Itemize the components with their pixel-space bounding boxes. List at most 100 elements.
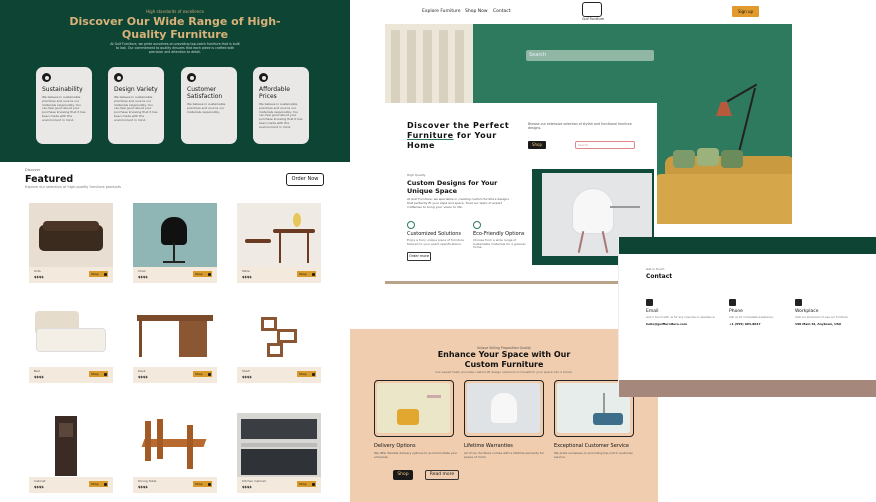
custom-description: At Gulf Furniture, we specialize in crea… (407, 197, 509, 209)
hero-kicker: High standards of excellence (146, 9, 204, 14)
feature-card-desc: We believe in sustainable practices and … (187, 102, 226, 114)
feature-card-affordable-prices: Affordable Prices We believe in sustaina… (253, 67, 309, 144)
product-image[interactable] (133, 303, 217, 367)
promo-shop-button[interactable]: Shop (528, 141, 546, 149)
nav-shop-now[interactable]: Shop Now (465, 9, 488, 14)
collage-stage: High standards of excellence Discover Ou… (0, 0, 876, 502)
product-price: $$$$ (34, 375, 44, 379)
product-image[interactable] (29, 413, 113, 477)
product-card-dining-table[interactable]: Dining Table $$$$ Shop (133, 413, 217, 493)
hero-title: Discover Our Wide Range of High-Quality … (69, 15, 281, 41)
enhance-shop-button[interactable]: Shop (393, 470, 413, 480)
shop-button[interactable]: Shop (89, 271, 108, 277)
product-card-shelf[interactable]: Shelf $$$$ Shop (237, 303, 321, 383)
promo-input[interactable]: Search (575, 141, 635, 149)
enhance-image-card (464, 380, 544, 437)
panel-featured-page: High standards of excellence Discover Ou… (0, 0, 350, 502)
palette-icon (114, 73, 123, 82)
shop-button[interactable]: Shop (89, 371, 108, 377)
product-price: $$$$ (138, 275, 148, 279)
feature-card-title: Sustainability (42, 86, 83, 93)
product-name: Kitchen Cabinet (242, 479, 266, 483)
address-text: 150 Main St, Anytown, USA (795, 321, 842, 326)
nav-contact[interactable]: Contact (493, 9, 511, 14)
contact-title: Contact (646, 273, 673, 280)
contact-email: Email Get in touch with us for any inqui… (646, 299, 716, 326)
featured-description: Explore our selection of high-quality fu… (25, 185, 121, 189)
feature-card-sustainability: Sustainability We believe in sustainable… (36, 67, 92, 144)
product-price: $$$$ (242, 275, 252, 279)
enhance-item-warranties: Lifetime Warranties All of our furniture… (464, 443, 545, 459)
phone-icon (729, 299, 736, 306)
sofa-image (655, 174, 792, 224)
custom-title: Custom Designs for Your Unique Space (407, 179, 498, 195)
promo-description: Browse our extensive selection of stylis… (528, 122, 632, 130)
dollar-icon (259, 73, 268, 82)
phone-link[interactable]: +1 (555) 903-8647 (729, 322, 799, 326)
enhance-image-card (374, 380, 454, 437)
nav-explore-furniture[interactable]: Explore Furniture (422, 9, 461, 14)
product-card-chair[interactable]: Chair $$$$ Shop (133, 203, 217, 283)
feature-card-desc: We believe in sustainable practices and … (114, 95, 158, 122)
product-name: Table (242, 269, 250, 273)
feature-card-design-variety: Design Variety We believe in sustainable… (108, 67, 164, 144)
custom-kicker: High Quality (407, 173, 426, 177)
order-now-button[interactable]: Order Now (286, 173, 324, 186)
product-image[interactable] (133, 203, 217, 267)
signup-button[interactable]: Sign up (732, 6, 759, 17)
feature-eco-friendly: Eco-Friendly Options Choose from a wide … (473, 221, 533, 250)
logo-icon[interactable] (582, 2, 602, 17)
product-image[interactable] (29, 203, 113, 267)
product-card-bed[interactable]: Bed $$$$ Shop (29, 303, 113, 383)
shop-button[interactable]: Shop (297, 371, 316, 377)
feature-card-desc: We believe in sustainable practices and … (42, 95, 86, 122)
enhance-item-customer-service: Exceptional Customer Service We pride ou… (554, 443, 633, 459)
order-more-button[interactable]: Order more (407, 252, 431, 261)
product-name: Bed (34, 369, 40, 373)
leaf-icon (473, 221, 481, 229)
product-name: Shelf (242, 369, 250, 373)
shop-button[interactable]: Shop (193, 371, 212, 377)
product-image[interactable] (237, 303, 321, 367)
promo-title: Discover the Perfect Furniture for Your … (407, 121, 510, 150)
product-card-sofa[interactable]: Sofa $$$$ Shop (29, 203, 113, 283)
contact-workplace: Workplace Visit our showroom to see our … (795, 299, 865, 326)
panel-enhance-section: Unique Selling Proposition Quality Enhan… (350, 329, 658, 502)
product-image[interactable] (237, 203, 321, 267)
read-more-button[interactable]: Read more (425, 470, 459, 480)
feature-card-title: Affordable Prices (259, 86, 290, 100)
enhance-item-delivery: Delivery Options We offer flexible deliv… (374, 443, 458, 459)
contact-kicker: Get in touch (646, 267, 665, 271)
product-card-table[interactable]: Table $$$$ Shop (237, 203, 321, 283)
shop-button[interactable]: Shop (297, 271, 316, 277)
hero-description: At Gulf Furniture, we pride ourselves on… (110, 42, 240, 54)
search-input[interactable]: Search (526, 50, 654, 61)
enhance-description: Our expert team provides custom-fit desi… (435, 370, 573, 374)
shop-button[interactable]: Shop (89, 481, 108, 487)
product-image[interactable] (237, 413, 321, 477)
featured-kicker: Discover (25, 168, 41, 172)
feature-card-desc: We believe in sustainable practices and … (259, 102, 303, 129)
product-name: Sofa (34, 269, 41, 273)
logo-text: Gulf Furniture (582, 17, 604, 21)
shop-button[interactable]: Shop (193, 481, 212, 487)
lamp-icon (716, 102, 732, 116)
feature-card-title: Customer Satisfaction (187, 86, 223, 100)
product-price: $$$$ (138, 375, 148, 379)
product-image[interactable] (29, 303, 113, 367)
product-card-desk[interactable]: Desk $$$$ Shop (133, 303, 217, 383)
shop-button[interactable]: Shop (193, 271, 212, 277)
email-link[interactable]: hello@gulffurniture.com (646, 322, 716, 326)
leaf-icon (42, 73, 51, 82)
featured-title: Featured (25, 174, 74, 185)
product-price: $$$$ (138, 485, 148, 489)
product-name: Dining Table (138, 479, 157, 483)
product-image[interactable] (133, 413, 217, 477)
enhance-title: Enhance Your Space with Our Custom Furni… (437, 350, 571, 369)
product-name: Cabinet (34, 479, 46, 483)
shop-button[interactable]: Shop (297, 481, 316, 487)
product-card-kitchen-cabinet[interactable]: Kitchen Cabinet $$$$ Shop (237, 413, 321, 493)
product-card-cabinet[interactable]: Cabinet $$$$ Shop (29, 413, 113, 493)
product-name: Desk (138, 369, 146, 373)
feature-card-customer-satisfaction: Customer Satisfaction We believe in sust… (181, 67, 237, 144)
